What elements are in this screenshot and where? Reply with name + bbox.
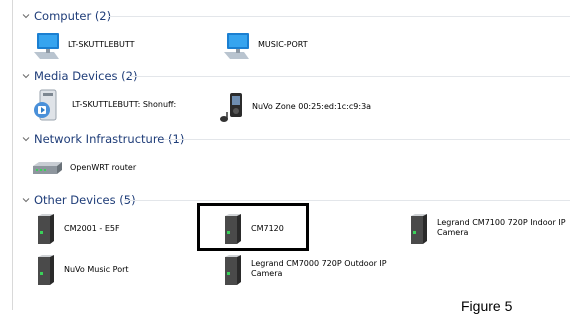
generic-device-icon <box>34 254 58 286</box>
computer-monitor-icon <box>222 30 252 60</box>
generic-device-icon <box>407 213 431 245</box>
group-divider <box>124 200 570 201</box>
group-label: Computer (2) <box>34 9 112 23</box>
device-label: Legrand CM7000 720P Outdoor IP Camera <box>251 259 387 278</box>
group-header-media-devices[interactable]: Media Devices (2) <box>20 68 137 84</box>
computer-monitor-icon <box>32 30 62 60</box>
media-player-icon <box>216 90 246 124</box>
device-label: OpenWRT router <box>70 163 137 172</box>
figure-caption: Figure 5 <box>461 298 513 314</box>
chevron-down-icon[interactable] <box>20 10 32 22</box>
device-label: LT-SKUTTLEBUTT: Shonuff: <box>72 100 177 109</box>
selection-highlight-box <box>197 203 309 251</box>
device-label: Legrand CM7100 720P Indoor IP Camera <box>437 218 566 237</box>
device-item-nuvo-music-port[interactable]: NuVo Music Port <box>34 254 129 286</box>
device-item-cm2001[interactable]: CM2001 - E5F <box>34 213 120 245</box>
generic-device-icon <box>221 254 245 286</box>
group-divider <box>128 76 570 77</box>
device-label: CM2001 - E5F <box>64 224 120 233</box>
device-item-openwrt-router[interactable]: OpenWRT router <box>30 158 136 178</box>
router-icon <box>30 158 64 178</box>
group-header-other-devices[interactable]: Other Devices (5) <box>20 192 136 208</box>
device-item-legrand-cm7100[interactable]: Legrand CM7100 720P Indoor IP Camera <box>407 213 567 245</box>
media-server-icon <box>32 88 66 122</box>
group-divider <box>108 16 570 17</box>
device-item-lt-skuttlebutt-shonuff[interactable]: LT-SKUTTLEBUTT: Shonuff: <box>32 88 176 122</box>
group-label: Network Infrastructure (1) <box>34 132 185 146</box>
chevron-down-icon[interactable] <box>20 70 32 82</box>
device-label: NuVo Music Port <box>64 265 129 274</box>
device-label: MUSIC-PORT <box>258 40 308 49</box>
group-divider <box>164 139 570 140</box>
device-item-nuvo-zone[interactable]: NuVo Zone 00:25:ed:1c:c9:3a <box>216 90 371 124</box>
device-label: NuVo Zone 00:25:ed:1c:c9:3a <box>252 102 372 111</box>
device-item-music-port[interactable]: MUSIC-PORT <box>222 30 308 60</box>
device-label: LT-SKUTTLEBUTT <box>68 40 135 49</box>
group-label: Media Devices (2) <box>34 69 138 83</box>
generic-device-icon <box>34 213 58 245</box>
chevron-down-icon[interactable] <box>20 194 32 206</box>
device-item-lt-skuttlebutt[interactable]: LT-SKUTTLEBUTT <box>32 30 134 60</box>
group-label: Other Devices (5) <box>34 193 136 207</box>
group-header-network-infrastructure[interactable]: Network Infrastructure (1) <box>20 131 184 147</box>
device-item-legrand-cm7000[interactable]: Legrand CM7000 720P Outdoor IP Camera <box>221 254 401 286</box>
group-header-computer[interactable]: Computer (2) <box>20 8 111 24</box>
chevron-down-icon[interactable] <box>20 133 32 145</box>
